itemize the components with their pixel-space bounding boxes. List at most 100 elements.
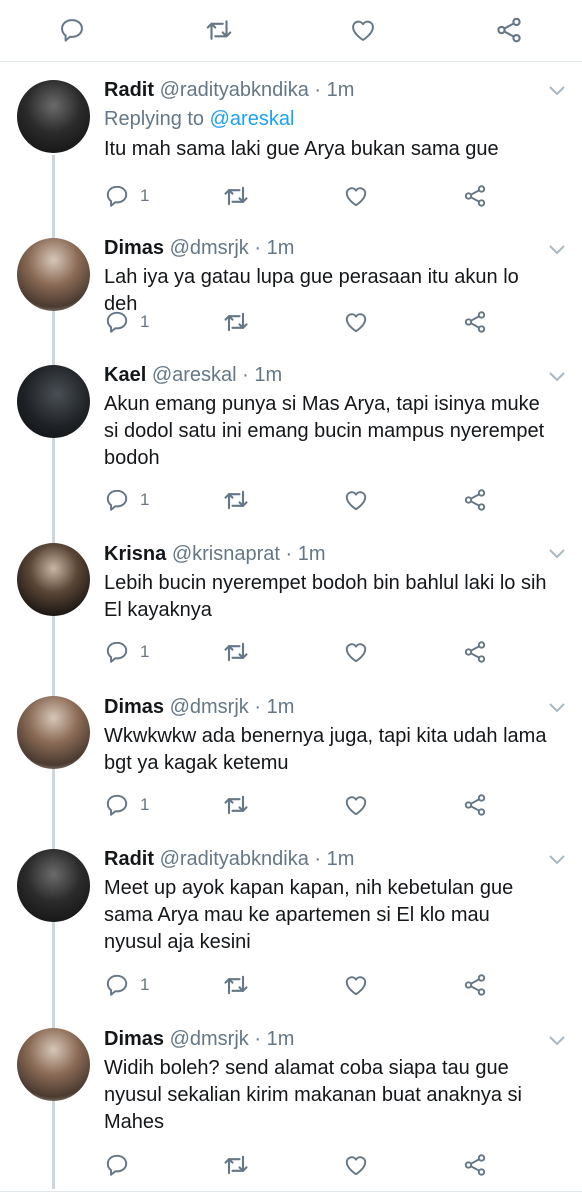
- share-icon: [464, 974, 486, 996]
- tweet[interactable]: Dimas @dmsrjk · 1m Lah iya ya gatau lupa…: [0, 224, 582, 354]
- author-handle[interactable]: @radityabkndika: [160, 79, 309, 101]
- tweet[interactable]: Krisna @krisnaprat · 1m Lebih bucin nyer…: [0, 530, 582, 684]
- tweet-actions: 1: [104, 638, 504, 666]
- mention-link[interactable]: @areskal: [210, 108, 295, 130]
- avatar[interactable]: [17, 365, 90, 438]
- retweet-icon: [224, 312, 248, 332]
- reply-icon[interactable]: [56, 14, 88, 46]
- tweet[interactable]: Radit @radityabkndika · 1m Meet up ayok …: [0, 836, 582, 1016]
- avatar[interactable]: [17, 696, 90, 769]
- share-button[interactable]: [462, 791, 488, 819]
- avatar[interactable]: [17, 543, 90, 616]
- author-name[interactable]: Dimas: [104, 696, 164, 718]
- tweet-body: Radit @radityabkndika · 1m Replying to @…: [104, 78, 552, 163]
- timestamp[interactable]: 1m: [327, 848, 355, 870]
- tweet-actions: 1: [104, 308, 504, 336]
- tweet[interactable]: Kael @areskal · 1m Akun emang punya si M…: [0, 354, 582, 530]
- reply-button[interactable]: 1: [104, 971, 149, 999]
- avatar[interactable]: [17, 238, 90, 311]
- tweet-header: Kael @areskal · 1m: [104, 363, 552, 387]
- author-name[interactable]: Krisna: [104, 543, 166, 565]
- reply-button[interactable]: 1: [104, 638, 149, 666]
- top-action-bar: [0, 0, 582, 62]
- timestamp[interactable]: 1m: [267, 696, 295, 718]
- share-button[interactable]: [462, 638, 488, 666]
- share-icon[interactable]: [493, 14, 525, 46]
- tweet[interactable]: Dimas @dmsrjk · 1m Wkwkwkw ada benernya …: [0, 684, 582, 836]
- separator-dot: ·: [254, 696, 262, 718]
- like-button[interactable]: [343, 486, 369, 514]
- share-button[interactable]: [462, 308, 488, 336]
- author-handle[interactable]: @dmsrjk: [170, 696, 249, 718]
- retweet-icon[interactable]: [203, 14, 235, 46]
- tweet-actions: 1: [104, 182, 504, 210]
- tweet-text: Meet up ayok kapan kapan, nih kebetulan …: [104, 877, 514, 953]
- reply-button[interactable]: [104, 1151, 140, 1179]
- author-name[interactable]: Radit: [104, 848, 154, 870]
- like-button[interactable]: [343, 1151, 369, 1179]
- tweet-header: Radit @radityabkndika · 1m: [104, 78, 552, 102]
- tweet-header: Dimas @dmsrjk · 1m: [104, 695, 552, 719]
- author-name[interactable]: Dimas: [104, 237, 164, 259]
- like-icon: [345, 491, 367, 511]
- like-button[interactable]: [343, 182, 369, 210]
- author-name[interactable]: Dimas: [104, 1028, 164, 1050]
- avatar[interactable]: [17, 1028, 90, 1101]
- timestamp[interactable]: 1m: [254, 364, 282, 386]
- share-button[interactable]: [462, 971, 488, 999]
- timestamp[interactable]: 1m: [267, 237, 295, 259]
- tweet-header: Krisna @krisnaprat · 1m: [104, 542, 552, 566]
- separator-dot: ·: [314, 848, 322, 870]
- share-button[interactable]: [462, 182, 488, 210]
- retweet-button[interactable]: [222, 638, 250, 666]
- like-button[interactable]: [343, 791, 369, 819]
- avatar[interactable]: [17, 849, 90, 922]
- retweet-button[interactable]: [222, 1151, 250, 1179]
- retweet-button[interactable]: [222, 971, 250, 999]
- author-name[interactable]: Radit: [104, 79, 154, 101]
- author-handle[interactable]: @dmsrjk: [170, 1028, 249, 1050]
- tweet-body: Dimas @dmsrjk · 1m Widih boleh? send ala…: [104, 1027, 552, 1136]
- retweet-button[interactable]: [222, 486, 250, 514]
- tweet[interactable]: Dimas @dmsrjk · 1m Widih boleh? send ala…: [0, 1016, 582, 1191]
- timestamp[interactable]: 1m: [267, 1028, 295, 1050]
- author-handle[interactable]: @radityabkndika: [160, 848, 309, 870]
- tweet-header: Radit @radityabkndika · 1m: [104, 847, 552, 871]
- like-icon: [345, 643, 367, 663]
- author-handle[interactable]: @areskal: [152, 364, 237, 386]
- author-handle[interactable]: @krisnaprat: [172, 543, 280, 565]
- tweet-body: Krisna @krisnaprat · 1m Lebih bucin nyer…: [104, 542, 552, 624]
- avatar[interactable]: [17, 80, 90, 153]
- tweet-header: Dimas @dmsrjk · 1m: [104, 236, 552, 260]
- retweet-icon: [224, 186, 248, 206]
- tweet-header: Dimas @dmsrjk · 1m: [104, 1027, 552, 1051]
- tweet-body: Radit @radityabkndika · 1m Meet up ayok …: [104, 847, 552, 956]
- retweet-button[interactable]: [222, 182, 250, 210]
- like-icon[interactable]: [347, 14, 379, 46]
- author-handle[interactable]: @dmsrjk: [170, 237, 249, 259]
- replying-prefix: Replying to: [104, 108, 210, 130]
- reply-icon: [106, 185, 128, 207]
- reply-button[interactable]: 1: [104, 182, 149, 210]
- separator-dot: ·: [242, 364, 249, 386]
- share-button[interactable]: [462, 486, 488, 514]
- like-button[interactable]: [343, 638, 369, 666]
- reply-icon: [106, 794, 128, 816]
- separator-dot: ·: [314, 79, 322, 101]
- timestamp[interactable]: 1m: [327, 79, 355, 101]
- timestamp[interactable]: 1m: [298, 543, 326, 565]
- retweet-button[interactable]: [222, 308, 250, 336]
- tweet[interactable]: Radit @radityabkndika · 1m Replying to @…: [0, 62, 582, 224]
- like-button[interactable]: [343, 971, 369, 999]
- reply-button[interactable]: 1: [104, 791, 149, 819]
- share-icon: [464, 311, 486, 333]
- like-button[interactable]: [343, 308, 369, 336]
- retweet-button[interactable]: [222, 791, 250, 819]
- share-icon: [464, 185, 486, 207]
- reply-button[interactable]: 1: [104, 486, 149, 514]
- reply-button[interactable]: 1: [104, 308, 149, 336]
- tweet-text: Itu mah sama laki gue Arya bukan sama gu…: [104, 138, 499, 160]
- reply-icon: [106, 1154, 128, 1176]
- author-name[interactable]: Kael: [104, 364, 146, 386]
- share-button[interactable]: [462, 1151, 488, 1179]
